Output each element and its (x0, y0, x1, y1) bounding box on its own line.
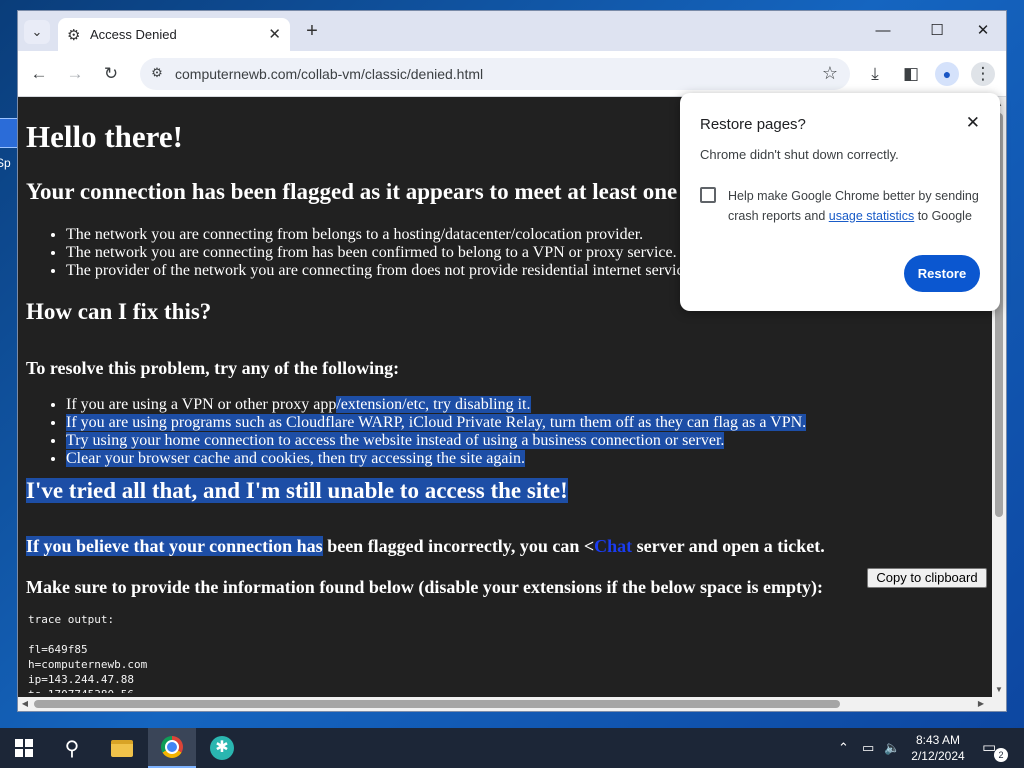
scroll-right-icon[interactable]: ▶ (974, 697, 988, 711)
folder-icon (111, 739, 133, 757)
profile-icon[interactable]: ● (935, 62, 959, 86)
app-icon: ✱ (210, 736, 234, 760)
desktop-shortcut[interactable]: Sp (0, 118, 18, 172)
usage-statistics-link[interactable]: usage statistics (829, 209, 914, 223)
tab-strip: ⌄ ⚙ Access Denied ✕ + — ☐ ✕ (18, 11, 1006, 51)
fixes-list: If you are using a VPN or other proxy ap… (48, 396, 807, 468)
copy-to-clipboard-button[interactable]: Copy to clipboard (867, 568, 987, 588)
start-button[interactable] (0, 728, 48, 768)
maximize-icon[interactable]: ☐ (914, 17, 960, 45)
incorrect-flag-text: If you believe that your connection has … (26, 536, 825, 557)
criteria-item: The network you are connecting from belo… (66, 226, 695, 244)
provide-info-text: Make sure to provide the information fou… (26, 577, 824, 597)
believe-tail: server and open a ticket. (632, 536, 825, 556)
address-bar[interactable]: ⚙ computernewb.com/collab-vm/classic/den… (140, 58, 850, 90)
fix-item: If you are using a VPN or other proxy ap… (66, 396, 806, 414)
notification-badge: 2 (994, 748, 1008, 762)
crash-reports-checkbox[interactable] (700, 187, 716, 203)
windows-icon (15, 739, 33, 757)
criteria-item: The network you are connecting from has … (66, 244, 695, 262)
show-hidden-icons[interactable]: ⌃ (838, 728, 849, 768)
collabvm-taskbar-button[interactable]: ✱ (198, 728, 246, 768)
believe-plain: been flagged incorrectly, you can < (322, 536, 595, 556)
horizontal-scroll-thumb[interactable] (34, 700, 840, 708)
side-panel-icon[interactable]: ◧ (899, 62, 923, 86)
selected-text: /extension/etc, try disabling it. (336, 396, 531, 413)
taskbar: ⚲ ✱ ⌃ ▭ 🔈 8:43 AM 2/12/2024 ▭ 2 (0, 728, 1024, 768)
close-tab-icon[interactable]: ✕ (268, 25, 281, 43)
download-icon[interactable]: ⤓ (863, 62, 887, 86)
resolve-intro: To resolve this problem, try any of the … (26, 358, 400, 378)
toolbar: ← → ↻ ⚙ computernewb.com/collab-vm/class… (18, 51, 1006, 97)
fix-item-text: If you are using a VPN or other proxy ap… (66, 396, 337, 413)
site-info-icon[interactable]: ⚙ (148, 65, 166, 83)
criteria-list: The network you are connecting from belo… (48, 226, 695, 280)
favicon-icon: ⚙ (67, 27, 81, 44)
crash-reports-label: Help make Google Chrome better by sendin… (728, 186, 980, 226)
selected-text: If you believe that your connection has (26, 536, 323, 556)
file-explorer-button[interactable] (98, 728, 146, 768)
chrome-icon (161, 736, 183, 758)
clock-time: 8:43 AM (915, 733, 961, 747)
dialog-title: Restore pages? (700, 116, 806, 133)
shortcut-label: Sp (0, 156, 11, 170)
notification-icon[interactable]: ▭ 2 (982, 738, 1008, 762)
fix-heading: How can I fix this? (26, 299, 212, 324)
minimize-icon[interactable]: — (860, 17, 906, 45)
search-icon[interactable]: ⚲ (48, 728, 96, 768)
bookmark-star-icon[interactable]: ☆ (822, 63, 838, 84)
tab-access-denied[interactable]: ⚙ Access Denied ✕ (58, 18, 290, 51)
clock[interactable]: 8:43 AM 2/12/2024 (904, 732, 972, 764)
dialog-message: Chrome didn't shut down correctly. (700, 147, 899, 162)
fix-item: Clear your browser cache and cookies, th… (66, 450, 806, 468)
chat-link[interactable]: Chat (594, 536, 632, 556)
back-icon[interactable]: ← (26, 61, 52, 87)
chrome-taskbar-button[interactable] (148, 728, 196, 768)
network-icon[interactable]: ▭ (862, 728, 874, 768)
fix-item: If you are using programs such as Cloudf… (66, 414, 807, 432)
url-text[interactable]: computernewb.com/collab-vm/classic/denie… (175, 66, 483, 82)
close-window-icon[interactable]: ✕ (960, 17, 1006, 45)
shortcut-icon (0, 118, 18, 148)
scroll-down-icon[interactable]: ▼ (992, 683, 1006, 697)
horizontal-scrollbar[interactable]: ◀ ▶ (18, 697, 1006, 711)
selected-text: Clear your browser cache and cookies, th… (66, 450, 525, 467)
tab-search-icon[interactable]: ⌄ (24, 20, 50, 44)
reload-icon[interactable]: ↻ (98, 61, 124, 87)
selected-text: If you are using programs such as Cloudf… (66, 414, 807, 431)
forward-icon[interactable]: → (62, 61, 88, 87)
new-tab-icon[interactable]: + (300, 20, 324, 44)
scroll-left-icon[interactable]: ◀ (18, 697, 32, 711)
trace-output: trace output: fl=649f85 h=computernewb.c… (28, 613, 148, 693)
criteria-item: The provider of the network you are conn… (66, 262, 695, 280)
restore-pages-dialog: Restore pages? ✕ Chrome didn't shut down… (680, 93, 1000, 311)
selected-text: I've tried all that, and I'm still unabl… (26, 478, 568, 503)
greeting-heading: Hello there! (26, 119, 183, 154)
restore-button[interactable]: Restore (904, 255, 980, 292)
tried-heading: I've tried all that, and I'm still unabl… (26, 478, 568, 504)
checkbox-text-tail: to Google (914, 209, 972, 223)
menu-icon[interactable]: ⋮ (971, 62, 995, 86)
selected-text: Try using your home connection to access… (66, 432, 725, 449)
tab-title: Access Denied (90, 27, 177, 42)
clock-date: 2/12/2024 (911, 749, 965, 763)
close-dialog-icon[interactable]: ✕ (966, 113, 980, 133)
volume-icon[interactable]: 🔈 (884, 728, 900, 768)
fix-item: Try using your home connection to access… (66, 432, 806, 450)
